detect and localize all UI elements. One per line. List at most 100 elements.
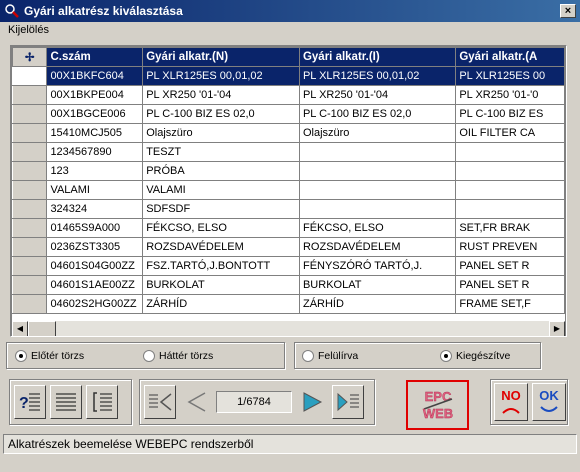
row-indicator[interactable] [12,180,48,200]
scroll-right-button[interactable]: ▶ [549,321,565,336]
table-cell[interactable]: PRÓBA [142,161,300,181]
menu-item-kijeloles[interactable]: Kijelölés [6,24,51,36]
table-cell[interactable]: 00X1BKFC604 [46,66,144,86]
row-indicator[interactable] [12,66,48,86]
table-cell[interactable]: PL XR250 '01-'0 [455,85,565,105]
table-cell[interactable]: ZÁRHÍD [298,294,457,314]
row-indicator[interactable] [12,161,48,181]
row-indicator[interactable] [12,104,48,124]
table-cell[interactable] [298,199,457,219]
radio-eloter-dot[interactable] [15,349,27,362]
select-current-button[interactable] [86,385,118,419]
column-header-cszam[interactable]: C.szám [46,47,144,67]
table-cell[interactable]: SDFSDF [142,199,300,219]
radio-felulirva-dot[interactable] [302,349,314,362]
radio-kiegeszitve[interactable]: Kiegészítve [440,349,510,362]
table-row[interactable]: 04602S2HG00ZZ ZÁRHÍD ZÁRHÍD FRAME SET,F [12,294,565,314]
no-button[interactable]: NO [494,383,528,421]
column-header-gyari-a[interactable]: Gyári alkatr.(A [455,47,565,67]
table-cell[interactable]: FÉKCSO, ELSO [298,218,457,238]
radio-kiegeszitve-dot[interactable] [440,349,452,362]
table-cell[interactable] [298,161,457,181]
last-record-button[interactable] [332,385,364,419]
table-cell[interactable]: Olajszüro [142,123,300,143]
table-cell[interactable]: PL XLR125ES 00 [455,66,565,86]
table-cell[interactable]: PL C-100 BIZ ES [455,104,565,124]
row-indicator[interactable] [12,256,48,276]
table-cell[interactable]: FÉKCSO, ELSO [142,218,300,238]
table-cell[interactable] [298,142,457,162]
table-cell[interactable]: RUST PREVEN [455,237,565,257]
first-record-button[interactable] [144,385,176,419]
table-cell[interactable]: 04601S04G00ZZ [46,256,144,276]
table-cell[interactable]: VALAMI [46,180,144,200]
row-indicator[interactable] [12,218,48,238]
row-indicator[interactable] [12,275,48,295]
table-cell[interactable]: 324324 [46,199,144,219]
table-cell[interactable]: SET,FR BRAK [455,218,565,238]
table-cell[interactable]: 04602S2HG00ZZ [46,294,144,314]
table-row[interactable]: 01465S9A000 FÉKCSO, ELSO FÉKCSO, ELSO SET,F… [12,218,565,238]
table-cell[interactable]: BURKOLAT [142,275,300,295]
row-indicator[interactable] [12,199,48,219]
table-cell[interactable]: ZÁRHÍD [142,294,300,314]
table-cell[interactable]: PL XLR125ES 00,01,02 [298,66,457,86]
table-cell[interactable]: 00X1BGCE006 [46,104,144,124]
table-row[interactable]: 0236ZST3305 ROZSDAVÉDELEM ROZSDAVÉDELEM RUS… [12,237,565,257]
table-cell[interactable]: PL XLR125ES 00,01,02 [142,66,300,86]
row-indicator[interactable] [12,85,48,105]
table-cell[interactable]: 04601S1AE00ZZ [46,275,144,295]
table-cell[interactable]: 123 [46,161,144,181]
table-cell[interactable]: 0236ZST3305 [46,237,144,257]
horizontal-scrollbar[interactable]: ◀ ▶ [12,321,565,336]
table-cell[interactable]: TESZT [142,142,300,162]
table-cell[interactable]: 15410MCJ505 [46,123,144,143]
table-cell[interactable]: ROZSDAVÉDELEM [298,237,457,257]
close-button[interactable]: × [560,4,576,18]
next-record-button[interactable] [296,385,328,419]
table-cell[interactable]: 1234567890 [46,142,144,162]
table-cell[interactable]: PANEL SET R [455,275,565,295]
table-row[interactable]: 00X1BGCE006 PL C-100 BIZ ES 02,0 PL C-100 … [12,104,565,124]
row-indicator[interactable] [12,294,48,314]
scroll-thumb[interactable] [28,321,56,336]
row-indicator[interactable] [12,237,48,257]
row-indicator[interactable] [12,142,48,162]
table-cell[interactable] [455,199,565,219]
table-cell[interactable]: ROZSDAVÉDELEM [142,237,300,257]
select-toggle-button[interactable]: ? [14,385,46,419]
radio-hatter-dot[interactable] [143,349,155,362]
table-cell[interactable]: BURKOLAT [298,275,457,295]
radio-eloter-torzs[interactable]: Előtér törzs [15,349,84,362]
table-row[interactable]: 324324 SDFSDF [12,199,565,219]
ok-button[interactable]: OK [532,383,566,421]
table-cell[interactable]: PL C-100 BIZ ES 02,0 [142,104,300,124]
table-cell[interactable] [455,161,565,181]
table-cell[interactable] [455,180,565,200]
table-row[interactable]: 00X1BKFC604 PL XLR125ES 00,01,02 PL XLR125… [12,66,565,86]
table-row[interactable]: 15410MCJ505 Olajszüro Olajszüro OIL FILTER … [12,123,565,143]
table-cell[interactable] [455,142,565,162]
table-cell[interactable]: VALAMI [142,180,300,200]
table-cell[interactable]: PL C-100 BIZ ES 02,0 [298,104,457,124]
table-row[interactable]: 1234567890 TESZT [12,142,565,162]
indicator-header-icon[interactable]: ✢ [12,47,48,67]
select-all-button[interactable] [50,385,82,419]
table-row[interactable]: 04601S1AE00ZZ BURKOLAT BURKOLAT PANEL SET R [12,275,565,295]
table-cell[interactable]: Olajszüro [298,123,457,143]
table-row[interactable]: 00X1BKPE004 PL XR250 '01-'04 PL XR250 '01-… [12,85,565,105]
table-cell[interactable]: FRAME SET,F [455,294,565,314]
table-cell[interactable]: PL XR250 '01-'04 [298,85,457,105]
table-cell[interactable]: 00X1BKPE004 [46,85,144,105]
radio-hatter-torzs[interactable]: Háttér törzs [143,349,213,362]
table-cell[interactable]: FSZ.TARTÓ,J.BONTOTT [142,256,300,276]
table-cell[interactable]: 01465S9A000 [46,218,144,238]
table-row[interactable]: VALAMI VALAMI [12,180,565,200]
table-row[interactable]: 123 PRÓBA [12,161,565,181]
radio-felulirva[interactable]: Felülírva [302,349,358,362]
table-cell[interactable] [298,180,457,200]
row-indicator[interactable] [12,123,48,143]
epc-web-button[interactable]: EPC WEB [414,384,462,426]
table-cell[interactable]: PL XR250 '01-'04 [142,85,300,105]
column-header-gyari-i[interactable]: Gyári alkatr.(I) [298,47,457,67]
